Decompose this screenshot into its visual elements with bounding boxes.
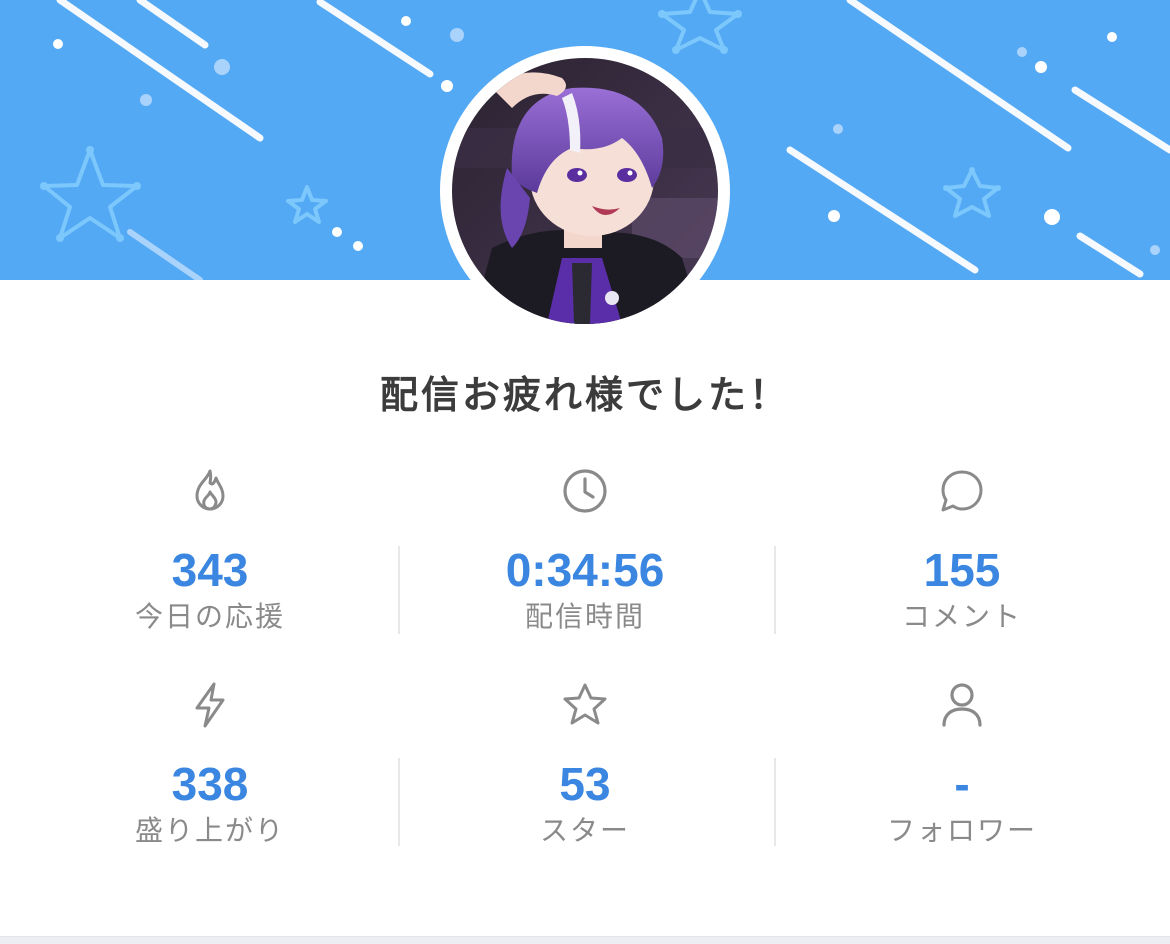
stat-value: 343: [171, 544, 249, 596]
lightning-icon: [195, 682, 225, 728]
stat-value: 0:34:56: [505, 544, 665, 596]
person-icon: [942, 683, 982, 727]
chat-bubble-icon: [941, 470, 983, 512]
stat-daily-support: 343 今日の応援: [22, 466, 398, 634]
star-icon: [563, 683, 607, 725]
stat-stream-time: 0:34:56 配信時間: [397, 466, 773, 634]
stat-comments: 155 コメント: [774, 466, 1150, 634]
stat-value: -: [954, 758, 970, 810]
avatar-image: [452, 58, 718, 324]
stat-stars: 53 スター: [397, 680, 773, 848]
stat-value: 338: [171, 758, 249, 810]
flame-icon: [195, 469, 225, 511]
stat-excitement: 338 盛り上がり: [22, 680, 398, 848]
bottom-strip: [0, 936, 1170, 944]
stat-label: 配信時間: [524, 600, 645, 633]
stat-value: 155: [923, 544, 1001, 596]
avatar: [440, 46, 730, 336]
stat-value: 53: [559, 758, 611, 810]
stat-label: 盛り上がり: [134, 814, 285, 847]
stat-label: スター: [539, 814, 630, 847]
stat-label: 今日の応援: [134, 600, 285, 633]
stat-label: コメント: [901, 600, 1022, 633]
stat-followers: - フォロワー: [774, 680, 1150, 848]
page-title: 配信お疲れ様でした！: [379, 373, 790, 417]
stat-label: フォロワー: [886, 814, 1037, 847]
clock-icon: [563, 469, 607, 513]
